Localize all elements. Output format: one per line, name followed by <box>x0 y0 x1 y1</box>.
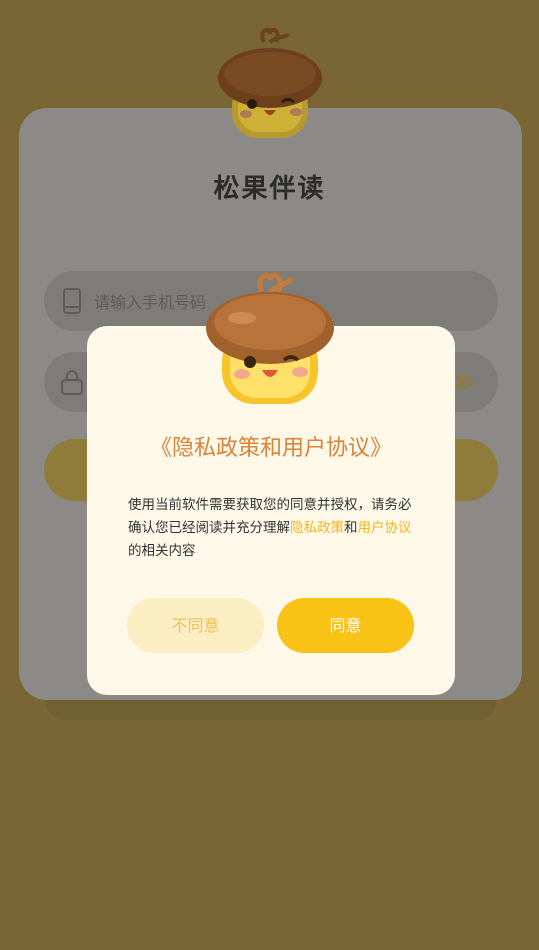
privacy-policy-link[interactable]: 隐私政策 <box>290 520 344 536</box>
disagree-button[interactable]: 不同意 <box>127 598 264 653</box>
agree-button[interactable]: 同意 <box>277 598 414 653</box>
user-agreement-link[interactable]: 用户协议 <box>358 520 412 536</box>
dialog-title: 《隐私政策和用户协议》 <box>149 436 392 461</box>
phone-icon <box>63 288 81 314</box>
dialog-body-and: 和 <box>344 520 358 536</box>
acorn-mascot-icon <box>218 27 322 138</box>
acorn-mascot-icon <box>206 272 334 404</box>
dialog-body-text-end: 的相关内容 <box>128 543 196 559</box>
app-title: 松果伴读 <box>213 174 326 204</box>
phone-placeholder: 请输入手机号码 <box>94 293 207 312</box>
lock-icon <box>61 370 83 395</box>
dialog-body: 使用当前软件需要获取您的同意并授权，请务必确认您已经阅读并充分理解隐私政策和用户… <box>128 494 418 563</box>
